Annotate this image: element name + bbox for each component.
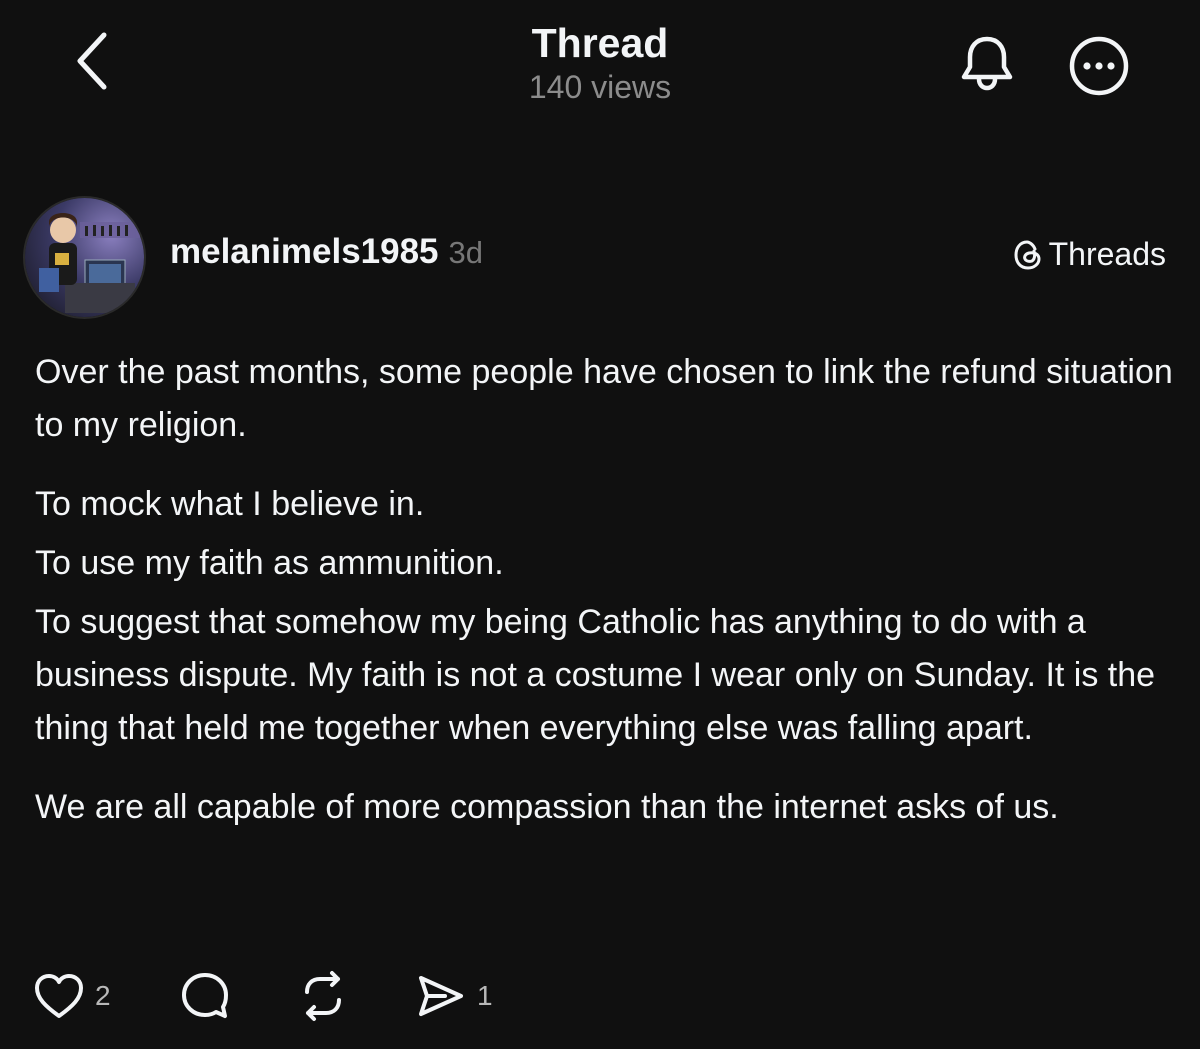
heart-icon (35, 974, 83, 1018)
username[interactable]: melanimels1985 (170, 232, 439, 272)
repost-button[interactable] (297, 968, 415, 1024)
bell-icon (961, 36, 1013, 91)
post-line: To mock what I believe in. (35, 485, 425, 523)
comment-icon (182, 973, 228, 1018)
header: Thread 140 views (0, 18, 1200, 106)
threads-source-link[interactable]: Threads (1013, 236, 1166, 273)
avatar[interactable] (23, 196, 146, 319)
send-icon (419, 976, 463, 1016)
share-count: 1 (477, 980, 493, 1011)
author-row: melanimels1985 3d (170, 232, 483, 272)
thread-screen: Thread 140 views melanimels1985 3d Threa… (0, 0, 1200, 1049)
page-title: Thread (531, 20, 669, 66)
post-paragraph: To suggest that somehow my being Catholi… (35, 603, 1156, 747)
notifications-button[interactable] (955, 30, 1019, 96)
more-icon (1069, 36, 1129, 96)
like-count: 2 (95, 980, 111, 1011)
timestamp: 3d (448, 235, 483, 270)
post-actions: 2 1 (33, 968, 535, 1024)
post-paragraph: We are all capable of more compassion th… (35, 788, 1059, 826)
post-body: Over the past months, some people have c… (35, 346, 1175, 860)
like-button[interactable]: 2 (33, 968, 179, 1024)
more-options-button[interactable] (1066, 33, 1132, 99)
repost-icon (305, 971, 341, 1021)
post-line: To use my faith as ammunition. (35, 544, 504, 582)
threads-label: Threads (1048, 236, 1166, 272)
threads-logo-icon (1014, 240, 1041, 269)
post-paragraph: Over the past months, some people have c… (35, 353, 1173, 444)
share-button[interactable]: 1 (415, 968, 535, 1024)
comment-button[interactable] (179, 968, 297, 1024)
view-count: 140 views (528, 69, 672, 105)
